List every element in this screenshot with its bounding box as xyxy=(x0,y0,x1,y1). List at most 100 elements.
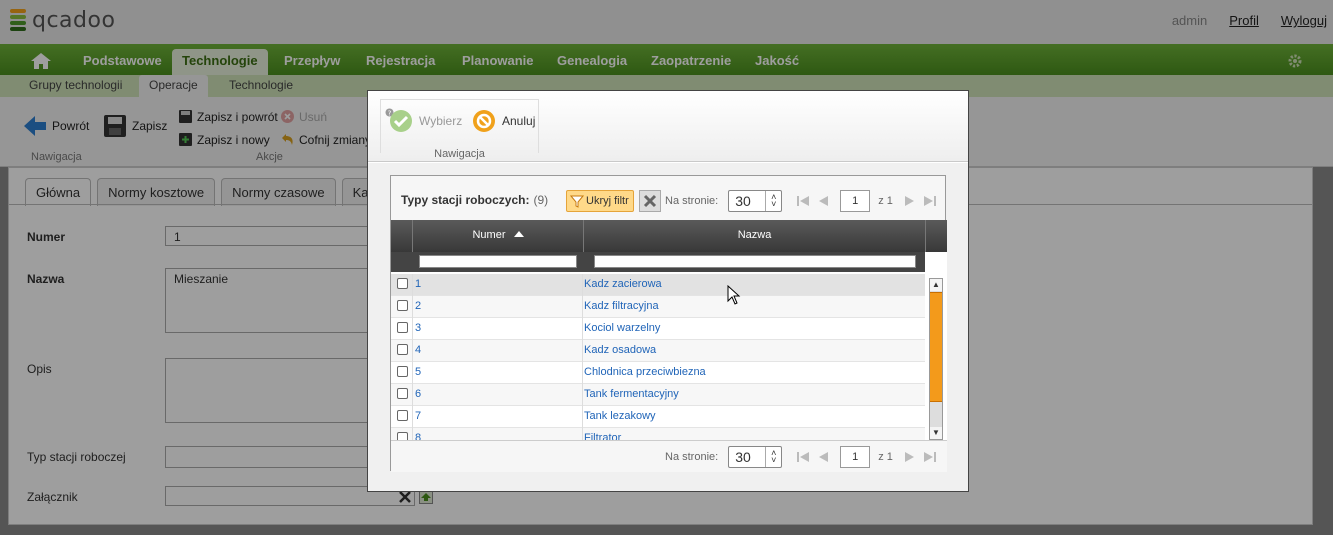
nazwa-cell[interactable]: Chlodnica przeciwbiezna xyxy=(584,366,706,378)
per-page-value: 30 xyxy=(735,449,751,465)
table-row[interactable]: 8 Filtrator xyxy=(391,428,925,440)
cell-divider xyxy=(412,296,413,318)
row-checkbox[interactable] xyxy=(397,300,408,311)
grid-count: (9) xyxy=(533,193,549,207)
scroll-down-icon[interactable]: ▼ xyxy=(930,427,942,439)
per-page-label: Na stronie: xyxy=(665,451,719,463)
table-header: Numer Nazwa xyxy=(391,220,947,252)
cell-divider xyxy=(412,340,413,362)
table-row[interactable]: 5 Chlodnica przeciwbiezna xyxy=(391,362,925,384)
row-checkbox[interactable] xyxy=(397,322,408,333)
header-spacer xyxy=(926,220,947,252)
numer-filter-input[interactable] xyxy=(419,255,577,268)
scroll-thumb[interactable] xyxy=(930,292,942,402)
clear-x-icon xyxy=(643,194,657,208)
hide-filter-label: Ukryj filtr xyxy=(586,195,629,207)
sort-asc-icon xyxy=(513,231,524,237)
clear-filter-button[interactable] xyxy=(639,190,661,212)
nazwa-cell[interactable]: Kadz zacierowa xyxy=(584,278,662,290)
checkmark-icon xyxy=(390,110,412,132)
page-count: z 1 xyxy=(878,451,893,463)
table-row[interactable]: 7 Tank lezakowy xyxy=(391,406,925,428)
bottom-pager: Na stronie: 30 ˄ ˅ 1 z 1 xyxy=(665,446,943,468)
numer-cell[interactable]: 6 xyxy=(415,388,421,400)
table-row[interactable]: 1 Kadz zacierowa xyxy=(391,274,925,296)
select-arrows-icon: ˄ ˅ xyxy=(765,447,781,467)
nazwa-filter-input[interactable] xyxy=(594,255,916,268)
cell-divider xyxy=(412,406,413,428)
numer-cell[interactable]: 2 xyxy=(415,300,421,312)
cell-divider xyxy=(412,428,413,440)
per-page-select[interactable]: 30 ˄ ˅ xyxy=(728,446,783,468)
grid-scrollbar[interactable]: ▲ ▼ xyxy=(929,278,943,440)
row-checkbox[interactable] xyxy=(397,432,408,440)
column-nazwa-label: Nazwa xyxy=(737,229,772,241)
cell-divider xyxy=(412,384,413,406)
prev-page-icon[interactable] xyxy=(816,195,830,207)
cell-divider xyxy=(582,384,583,406)
cell-divider xyxy=(412,362,413,384)
cell-divider xyxy=(582,362,583,384)
column-numer-label: Numer xyxy=(472,229,506,241)
select-button[interactable]: Wybierz xyxy=(389,109,462,133)
row-checkbox[interactable] xyxy=(397,278,408,289)
per-page-select[interactable]: 30 ˄ ˅ xyxy=(728,190,783,212)
numer-cell[interactable]: 1 xyxy=(415,278,421,290)
select-arrows-icon: ˄ ˅ xyxy=(765,191,781,211)
column-numer-header[interactable]: Numer xyxy=(413,220,584,252)
scroll-up-icon[interactable]: ▲ xyxy=(930,279,942,291)
row-checkbox[interactable] xyxy=(397,388,408,399)
first-page-icon[interactable] xyxy=(796,195,810,207)
cancel-icon xyxy=(473,110,495,132)
nazwa-cell[interactable]: Filtrator xyxy=(584,432,621,440)
nazwa-cell[interactable]: Kadz osadowa xyxy=(584,344,656,356)
numer-cell[interactable]: 8 xyxy=(415,432,421,440)
modal-body: Typy stacji roboczych: (9) Ukryj filtr Na… xyxy=(368,163,968,491)
grid-table: Numer Nazwa 1 Kadz zacierowa 2 Kadz filtrac… xyxy=(391,220,947,440)
cell-divider xyxy=(582,340,583,362)
numer-cell[interactable]: 4 xyxy=(415,344,421,356)
page-number-input[interactable]: 1 xyxy=(840,190,871,212)
last-page-icon[interactable] xyxy=(923,195,937,207)
grid-footer: Na stronie: 30 ˄ ˅ 1 z 1 xyxy=(391,440,947,472)
last-page-icon[interactable] xyxy=(923,451,937,463)
nazwa-cell[interactable]: Kociol warzelny xyxy=(584,322,660,334)
cancel-label: Anuluj xyxy=(502,114,536,128)
first-page-icon[interactable] xyxy=(796,451,810,463)
cell-divider xyxy=(412,318,413,340)
cell-divider xyxy=(582,296,583,318)
page-count: z 1 xyxy=(878,195,893,207)
per-page-value: 30 xyxy=(735,193,751,209)
column-nazwa-header[interactable]: Nazwa xyxy=(584,220,926,252)
table-row[interactable]: 3 Kociol warzelny xyxy=(391,318,925,340)
table-row[interactable]: 2 Kadz filtracyjna xyxy=(391,296,925,318)
nazwa-cell[interactable]: Tank fermentacyjny xyxy=(584,388,679,400)
hide-filter-button[interactable]: Ukryj filtr xyxy=(566,190,634,212)
row-checkbox[interactable] xyxy=(397,366,408,377)
grid-title: Typy stacji roboczych: (9) xyxy=(401,193,548,207)
next-page-icon[interactable] xyxy=(903,451,917,463)
select-all-header[interactable] xyxy=(391,220,413,252)
grid-header: Typy stacji roboczych: (9) Ukryj filtr Na… xyxy=(391,176,945,220)
numer-cell[interactable]: 3 xyxy=(415,322,421,334)
top-pager: Na stronie: 30 ˄ ˅ 1 z 1 xyxy=(665,190,943,212)
per-page-label: Na stronie: xyxy=(665,195,719,207)
row-checkbox[interactable] xyxy=(397,410,408,421)
row-checkbox[interactable] xyxy=(397,344,408,355)
mouse-cursor-icon xyxy=(727,285,741,305)
page-number-input[interactable]: 1 xyxy=(840,446,871,468)
nazwa-cell[interactable]: Tank lezakowy xyxy=(584,410,656,422)
table-body: 1 Kadz zacierowa 2 Kadz filtracyjna 3 Kociol … xyxy=(391,274,925,440)
prev-page-icon[interactable] xyxy=(816,451,830,463)
numer-cell[interactable]: 5 xyxy=(415,366,421,378)
table-row[interactable]: 6 Tank fermentacyjny xyxy=(391,384,925,406)
cell-divider xyxy=(582,428,583,440)
nazwa-cell[interactable]: Kadz filtracyjna xyxy=(584,300,659,312)
next-page-icon[interactable] xyxy=(903,195,917,207)
grid-title-text: Typy stacji roboczych: xyxy=(401,193,530,207)
workstation-grid: Typy stacji roboczych: (9) Ukryj filtr Na… xyxy=(390,175,947,472)
modal-toolbar: ? Wybierz Anuluj Nawigacja xyxy=(368,91,968,162)
cancel-button[interactable]: Anuluj xyxy=(472,109,535,133)
table-row[interactable]: 4 Kadz osadowa xyxy=(391,340,925,362)
numer-cell[interactable]: 7 xyxy=(415,410,421,422)
